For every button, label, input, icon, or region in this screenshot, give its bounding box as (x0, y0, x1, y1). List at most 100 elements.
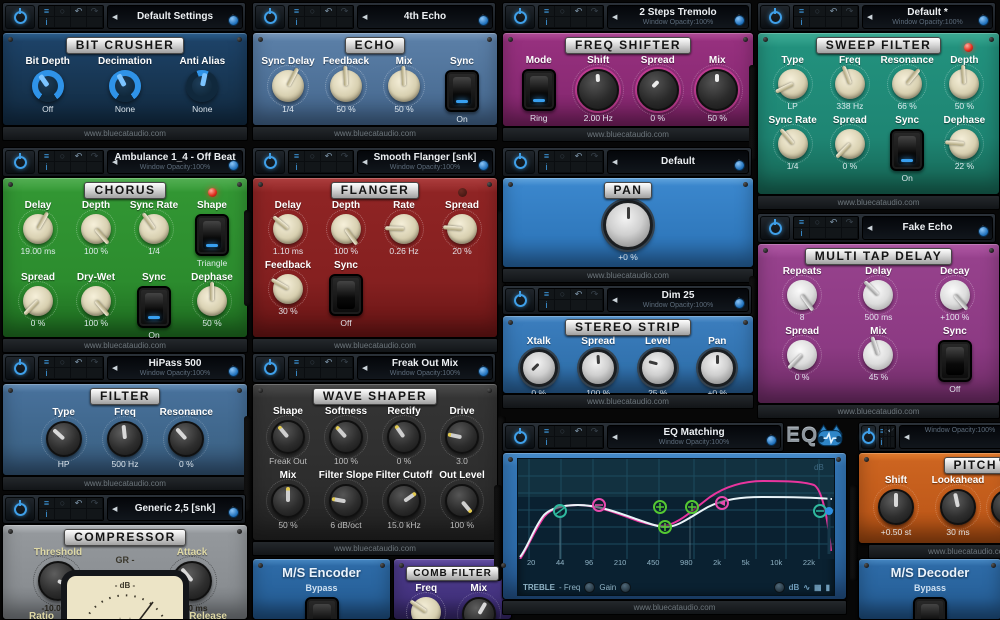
decimation-control[interactable]: Decimation None (86, 56, 163, 114)
drywet-knob[interactable] (81, 286, 111, 316)
repeats-control[interactable]: Repeats 8 (764, 266, 840, 322)
power-button[interactable] (5, 150, 35, 174)
rate-control[interactable]: Rate 0.26 Hz (375, 200, 433, 256)
prev-preset-arrow[interactable]: ◀ (112, 505, 117, 513)
footer-link[interactable]: www.bluecataudio.com (252, 126, 498, 141)
bluecat-badge-icon[interactable] (478, 15, 489, 26)
footer-link[interactable]: www.bluecataudio.com (868, 544, 1000, 559)
prev-preset-arrow[interactable]: ◀ (112, 13, 117, 21)
menu-icon[interactable]: ≡ (289, 357, 305, 368)
power-button[interactable] (255, 5, 285, 29)
spread-knob[interactable] (835, 129, 865, 159)
level-knob[interactable] (639, 349, 677, 387)
info-icon[interactable]: i (39, 17, 55, 28)
preset-selector[interactable]: ◀ Window Opacity:100% (899, 425, 1000, 449)
prev-preset-arrow[interactable]: ◀ (612, 433, 617, 441)
zoom-slider-handle[interactable] (825, 507, 833, 515)
menu-icon[interactable]: ≡ (794, 217, 810, 228)
prev-preset-arrow[interactable]: ◀ (112, 158, 117, 166)
syncrate-knob[interactable] (139, 214, 169, 244)
prev-preset-arrow[interactable]: ◀ (112, 364, 117, 372)
pan-knob[interactable] (698, 349, 736, 387)
preset-selector[interactable]: ◀ HiPass 500 Window Opacity:100% ▶ (107, 356, 243, 380)
repeats-knob[interactable] (787, 280, 817, 310)
rate-knob[interactable] (389, 214, 419, 244)
depth-control[interactable]: Depth 100 % (67, 200, 125, 256)
delay-control[interactable]: Delay 1.10 ms (259, 200, 317, 256)
sync-switch[interactable] (137, 286, 171, 328)
menu-icon[interactable]: ≡ (39, 357, 55, 368)
circle-icon[interactable]: ○ (555, 6, 571, 17)
output-mini-knob[interactable] (774, 582, 785, 593)
power-button[interactable] (505, 288, 535, 312)
circle-icon[interactable]: ○ (55, 357, 71, 368)
mix-knob[interactable] (863, 340, 893, 370)
preset-selector[interactable]: ◀ Generic 2,5 [snk] ▶ (107, 497, 243, 521)
bluecat-badge-icon[interactable] (734, 160, 745, 171)
spread-control[interactable]: Spread 0 % (628, 55, 688, 123)
sync-switch[interactable] (329, 274, 363, 316)
outlevel-knob[interactable] (445, 484, 479, 518)
menu-icon[interactable]: ≡ (539, 426, 555, 437)
curve-view-icon[interactable]: ∿ (803, 583, 810, 592)
bluecat-badge-icon[interactable] (228, 507, 239, 518)
menu-icon[interactable]: ≡ (39, 498, 55, 509)
freq-control[interactable]: Freq (400, 583, 453, 620)
redo-icon[interactable]: ↷ (891, 426, 895, 437)
depth-knob[interactable] (949, 69, 979, 99)
depth-control[interactable]: Depth 50 % (936, 55, 993, 111)
shift-control[interactable]: Shift 2.00 Hz (569, 55, 629, 123)
spread-control[interactable]: Spread 0 % (764, 326, 840, 382)
lookahead-control[interactable]: Lookahead 30 ms (927, 475, 989, 537)
preset-selector[interactable]: ◀ EQ Matching Window Opacity:100% ▶ (607, 425, 781, 449)
clipped-knob[interactable] (991, 489, 1000, 525)
softness-control[interactable]: Softness 100 % (317, 406, 375, 466)
shape-control[interactable]: Shape Freak Out (259, 406, 317, 466)
shift-knob[interactable] (577, 69, 619, 111)
dephase-control[interactable]: Dephase 50 % (183, 272, 241, 328)
preset-selector[interactable]: ◀ Smooth Flanger [snk] Window Opacity:10… (357, 150, 493, 174)
prev-preset-arrow[interactable]: ◀ (362, 13, 367, 21)
circle-icon[interactable]: ○ (55, 498, 71, 509)
sync-control[interactable]: Sync On (125, 272, 183, 340)
footer-link[interactable]: www.bluecataudio.com (2, 126, 248, 141)
redo-icon[interactable]: ↷ (587, 289, 603, 300)
syncdelay-knob[interactable] (272, 70, 304, 102)
info-icon[interactable]: i (39, 162, 55, 173)
prev-preset-arrow[interactable]: ◀ (904, 433, 909, 441)
footer-link[interactable]: www.bluecataudio.com (502, 127, 754, 142)
sync-control[interactable]: Sync Off (917, 326, 993, 394)
type-knob[interactable] (778, 69, 808, 99)
filterslope-control[interactable]: Filter Slope 6 dB/oct (317, 470, 375, 530)
prev-preset-arrow[interactable]: ◀ (362, 364, 367, 372)
circle-icon[interactable]: ○ (55, 151, 71, 162)
dephase-control[interactable]: Dephase 22 % (936, 115, 993, 171)
circle-icon[interactable]: ○ (555, 289, 571, 300)
bitdepth-control[interactable]: Bit Depth Off (9, 56, 86, 114)
info-icon[interactable]: i (539, 300, 555, 311)
sync-control[interactable]: Sync Off (317, 260, 375, 328)
undo-icon[interactable]: ↶ (571, 6, 587, 17)
delay-knob[interactable] (863, 280, 893, 310)
preset-selector[interactable]: ◀ Default * Window Opacity:100% ▶ (862, 5, 993, 29)
mix-control[interactable]: Mix 50 % (688, 55, 748, 123)
rectify-knob[interactable] (387, 420, 421, 454)
dephase-knob[interactable] (197, 286, 227, 316)
bluecat-badge-icon[interactable] (228, 15, 239, 26)
undo-icon[interactable]: ↶ (321, 151, 337, 162)
undo-icon[interactable]: ↶ (71, 6, 87, 17)
info-icon[interactable]: i (289, 368, 305, 379)
bluecat-badge-icon[interactable] (228, 160, 239, 171)
feedback-knob[interactable] (273, 274, 303, 304)
circle-icon[interactable]: ○ (305, 6, 321, 17)
shape-knob[interactable] (271, 420, 305, 454)
drywet-control[interactable]: Dry-Wet 100 % (67, 272, 125, 328)
circle-icon[interactable]: ○ (810, 217, 826, 228)
outlevel-control[interactable]: Out Level 100 % (433, 470, 491, 530)
depth-control[interactable]: Depth 100 % (317, 200, 375, 256)
undo-icon[interactable]: ↶ (71, 357, 87, 368)
footer-link[interactable]: www.bluecataudio.com (757, 195, 1000, 210)
preset-selector[interactable]: ◀ Default Settings ▶ (107, 5, 243, 29)
softness-knob[interactable] (329, 420, 363, 454)
drive-control[interactable]: Drive 3.0 (433, 406, 491, 466)
